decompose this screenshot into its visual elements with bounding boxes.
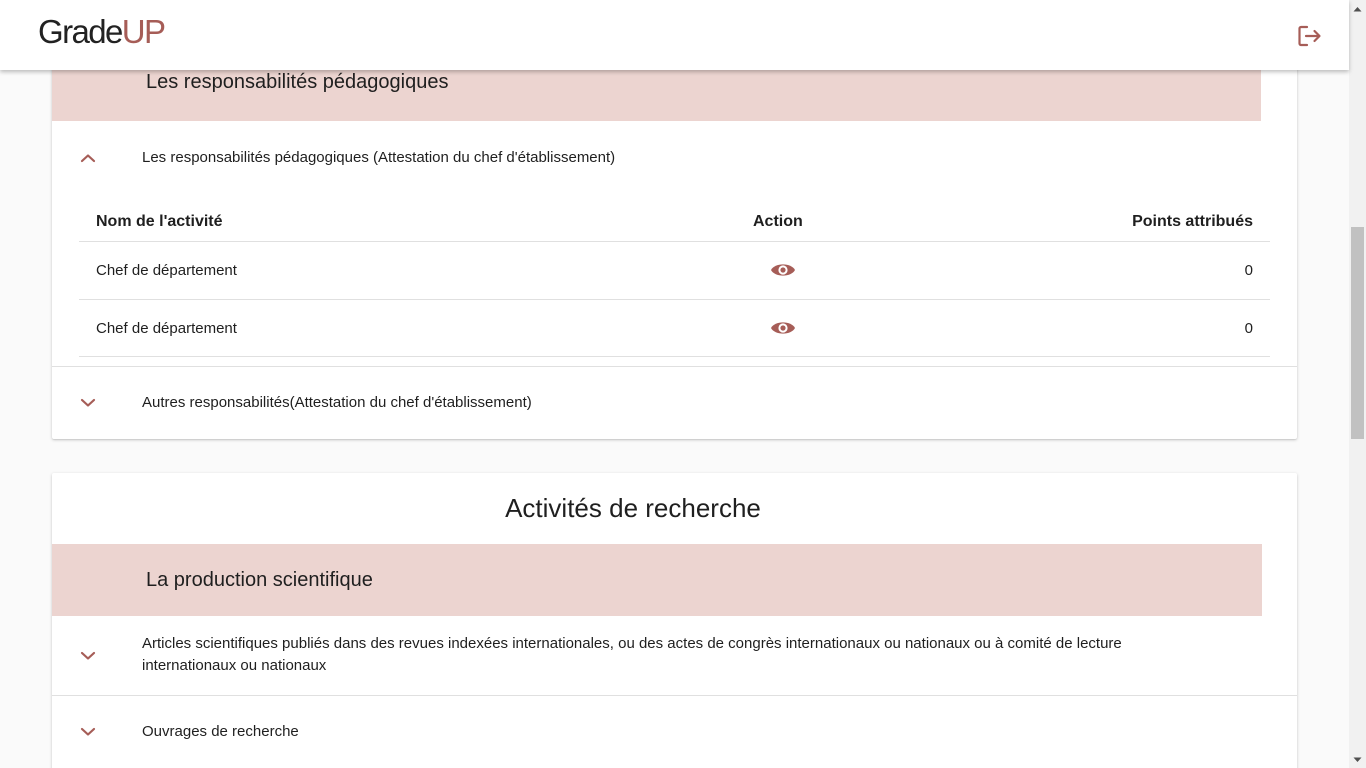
activity-name: Chef de département	[96, 320, 237, 337]
activities-table: Nom de l'activité Action Points attribué…	[79, 197, 1270, 367]
eye-icon[interactable]	[770, 318, 796, 338]
logo-text-grade: Grade	[38, 13, 123, 50]
research-card: Activités de recherche La production sci…	[52, 473, 1297, 768]
scroll-down-arrow-icon[interactable]	[1349, 751, 1366, 768]
logout-button[interactable]	[1294, 20, 1326, 52]
expansion-panel-scientific-articles[interactable]: Articles scientifiques publiés dans des …	[52, 616, 1297, 695]
panel-label-line2: internationaux ou nationaux	[142, 657, 327, 674]
chevron-up-icon[interactable]	[80, 150, 96, 166]
panel-label-line1: Articles scientifiques publiés dans des …	[142, 635, 1122, 652]
panel-label: Ouvrages de recherche	[142, 723, 299, 740]
gradeup-logo[interactable]: GradeUP	[38, 13, 166, 51]
logout-icon	[1298, 25, 1321, 47]
row-divider	[79, 356, 1270, 357]
points-value: 0	[1244, 320, 1253, 337]
eye-icon[interactable]	[770, 260, 796, 280]
panel-label: Articles scientifiques publiés dans des …	[142, 633, 1122, 677]
points-value: 0	[1244, 262, 1253, 279]
pedagogy-card: Les responsabilités pédagogiques Les res…	[52, 40, 1297, 439]
pedagogy-section-title: Les responsabilités pédagogiques	[146, 71, 449, 93]
activity-name: Chef de département	[96, 262, 237, 279]
col-header-action: Action	[753, 213, 803, 230]
research-section-band: La production scientifique	[52, 544, 1262, 616]
research-section-title: La production scientifique	[146, 569, 373, 591]
logo-text-up: UP	[121, 13, 166, 50]
panel-label: Les responsabilités pédagogiques (Attest…	[142, 149, 616, 166]
expansion-panel-research-books[interactable]: Ouvrages de recherche	[52, 696, 1297, 768]
chevron-down-icon[interactable]	[80, 395, 96, 411]
scroll-up-arrow-icon[interactable]	[1349, 0, 1366, 17]
panel-label: Autres responsabilités(Attestation du ch…	[142, 394, 532, 411]
expansion-panel-pedagogy[interactable]: Les responsabilités pédagogiques (Attest…	[52, 121, 1297, 197]
app-header: GradeUP	[0, 0, 1349, 70]
page-scrollbar[interactable]	[1349, 0, 1366, 768]
row-divider	[79, 299, 1270, 300]
col-header-points: Points attribués	[1132, 213, 1253, 230]
chevron-down-icon[interactable]	[80, 724, 96, 740]
header-divider	[79, 241, 1270, 242]
research-title: Activités de recherche	[505, 493, 761, 523]
expansion-panel-other-responsibilities[interactable]: Autres responsabilités(Attestation du ch…	[52, 367, 1297, 439]
chevron-down-icon[interactable]	[80, 648, 96, 664]
scroll-thumb[interactable]	[1351, 227, 1364, 439]
col-header-activity: Nom de l'activité	[96, 213, 223, 230]
